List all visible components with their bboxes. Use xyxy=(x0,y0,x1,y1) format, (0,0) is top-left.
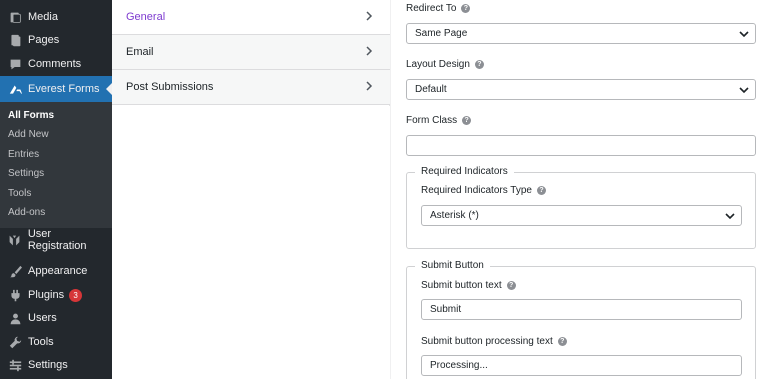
form-class-input[interactable] xyxy=(406,135,756,156)
required-indicators-type-label: Required Indicators Type ? xyxy=(421,185,546,196)
submenu-all-forms[interactable]: All Forms xyxy=(8,110,54,121)
menu-everest-forms-label: Everest Forms xyxy=(28,83,100,95)
redirect-to-label-text: Redirect To xyxy=(406,3,457,14)
help-icon[interactable]: ? xyxy=(461,4,471,13)
help-icon[interactable]: ? xyxy=(506,281,516,290)
form-class-label-text: Form Class xyxy=(406,115,458,126)
redirect-to-value: Same Page xyxy=(415,28,468,39)
section-email-label: Email xyxy=(126,46,154,58)
menu-tools[interactable]: Tools xyxy=(0,330,112,354)
redirect-to-label: Redirect To ? xyxy=(406,3,471,14)
layout-design-value: Default xyxy=(415,84,447,95)
chevron-right-icon xyxy=(364,46,374,56)
menu-users-label: Users xyxy=(28,312,57,324)
section-post-submissions[interactable]: Post Submissions xyxy=(112,70,390,105)
help-icon[interactable]: ? xyxy=(557,337,567,346)
menu-settings-label: Settings xyxy=(28,359,68,371)
submenu-entries[interactable]: Entries xyxy=(8,149,39,160)
menu-media-label: Media xyxy=(28,11,58,23)
chevron-right-icon xyxy=(364,11,374,21)
required-indicators-type-select[interactable]: Asterisk (*) xyxy=(421,205,742,226)
submit-processing-text-label-text: Submit button processing text xyxy=(421,336,553,347)
menu-tools-label: Tools xyxy=(28,336,54,348)
user-registration-icon xyxy=(7,232,23,248)
form-class-label: Form Class ? xyxy=(406,115,472,126)
menu-everest-forms[interactable]: Everest Forms xyxy=(0,76,112,102)
paintbrush-icon xyxy=(7,263,23,279)
required-indicators-legend: Required Indicators xyxy=(415,166,514,177)
submenu-add-ons[interactable]: Add-ons xyxy=(8,207,45,218)
everest-forms-icon xyxy=(7,81,23,97)
admin-sidebar: Media Pages Comments Everest Forms All F… xyxy=(0,0,112,379)
pages-icon xyxy=(7,32,23,48)
comments-icon xyxy=(7,56,23,72)
menu-comments[interactable]: Comments xyxy=(0,52,112,76)
menu-media[interactable]: Media xyxy=(0,5,112,29)
section-post-submissions-label: Post Submissions xyxy=(126,81,214,93)
submenu-settings[interactable]: Settings xyxy=(8,168,44,179)
users-icon xyxy=(7,310,23,326)
required-indicators-type-label-text: Required Indicators Type xyxy=(421,185,532,196)
menu-user-registration[interactable]: User Registration xyxy=(0,228,112,252)
everest-forms-submenu: All Forms Add New Entries Settings Tools… xyxy=(0,102,112,228)
menu-settings[interactable]: Settings xyxy=(0,353,112,377)
layout-design-select[interactable]: Default xyxy=(406,79,756,100)
chevron-down-icon xyxy=(739,86,749,94)
section-general-label: General xyxy=(126,11,166,23)
submit-button-text-label-text: Submit button text xyxy=(421,280,502,291)
chevron-down-icon xyxy=(739,30,749,38)
menu-pages[interactable]: Pages xyxy=(0,28,112,52)
submenu-add-new[interactable]: Add New xyxy=(8,129,49,140)
menu-user-registration-label: User Registration xyxy=(27,228,87,252)
wrench-icon xyxy=(7,334,23,350)
plugin-icon xyxy=(7,287,23,303)
section-email[interactable]: Email xyxy=(112,35,390,70)
layout-design-label: Layout Design ? xyxy=(406,59,484,70)
menu-plugins-label: Plugins xyxy=(28,289,65,301)
menu-appearance-label: Appearance xyxy=(28,265,88,277)
media-icon xyxy=(7,9,23,25)
menu-appearance[interactable]: Appearance xyxy=(0,259,112,283)
submit-processing-text-input[interactable]: Processing... xyxy=(421,355,742,376)
submit-button-text-label: Submit button text ? xyxy=(421,280,516,291)
help-icon[interactable]: ? xyxy=(462,116,472,125)
general-settings-panel: Redirect To ? Same Page Layout Design ? … xyxy=(391,0,770,379)
chevron-down-icon xyxy=(725,212,735,220)
menu-plugins[interactable]: Plugins 3 xyxy=(0,283,112,307)
settings-icon xyxy=(7,357,23,373)
menu-comments-label: Comments xyxy=(28,58,82,70)
layout-design-label-text: Layout Design xyxy=(406,59,470,70)
redirect-to-select[interactable]: Same Page xyxy=(406,23,756,44)
submit-button-legend: Submit Button xyxy=(415,260,490,271)
menu-pages-label: Pages xyxy=(28,34,60,46)
plugins-update-badge: 3 xyxy=(69,288,83,302)
required-indicators-type-value: Asterisk (*) xyxy=(430,210,479,221)
help-icon[interactable]: ? xyxy=(537,186,546,195)
settings-section-list: General Email Post Submissions xyxy=(112,0,390,379)
submenu-tools[interactable]: Tools xyxy=(8,188,31,199)
chevron-right-icon xyxy=(364,81,374,91)
menu-users[interactable]: Users xyxy=(0,306,112,330)
submit-button-text-input[interactable]: Submit xyxy=(421,299,742,320)
section-general[interactable]: General xyxy=(112,0,390,35)
submit-processing-text-label: Submit button processing text ? xyxy=(421,336,567,347)
section-list-empty-area xyxy=(112,106,390,379)
help-icon[interactable]: ? xyxy=(474,60,484,69)
